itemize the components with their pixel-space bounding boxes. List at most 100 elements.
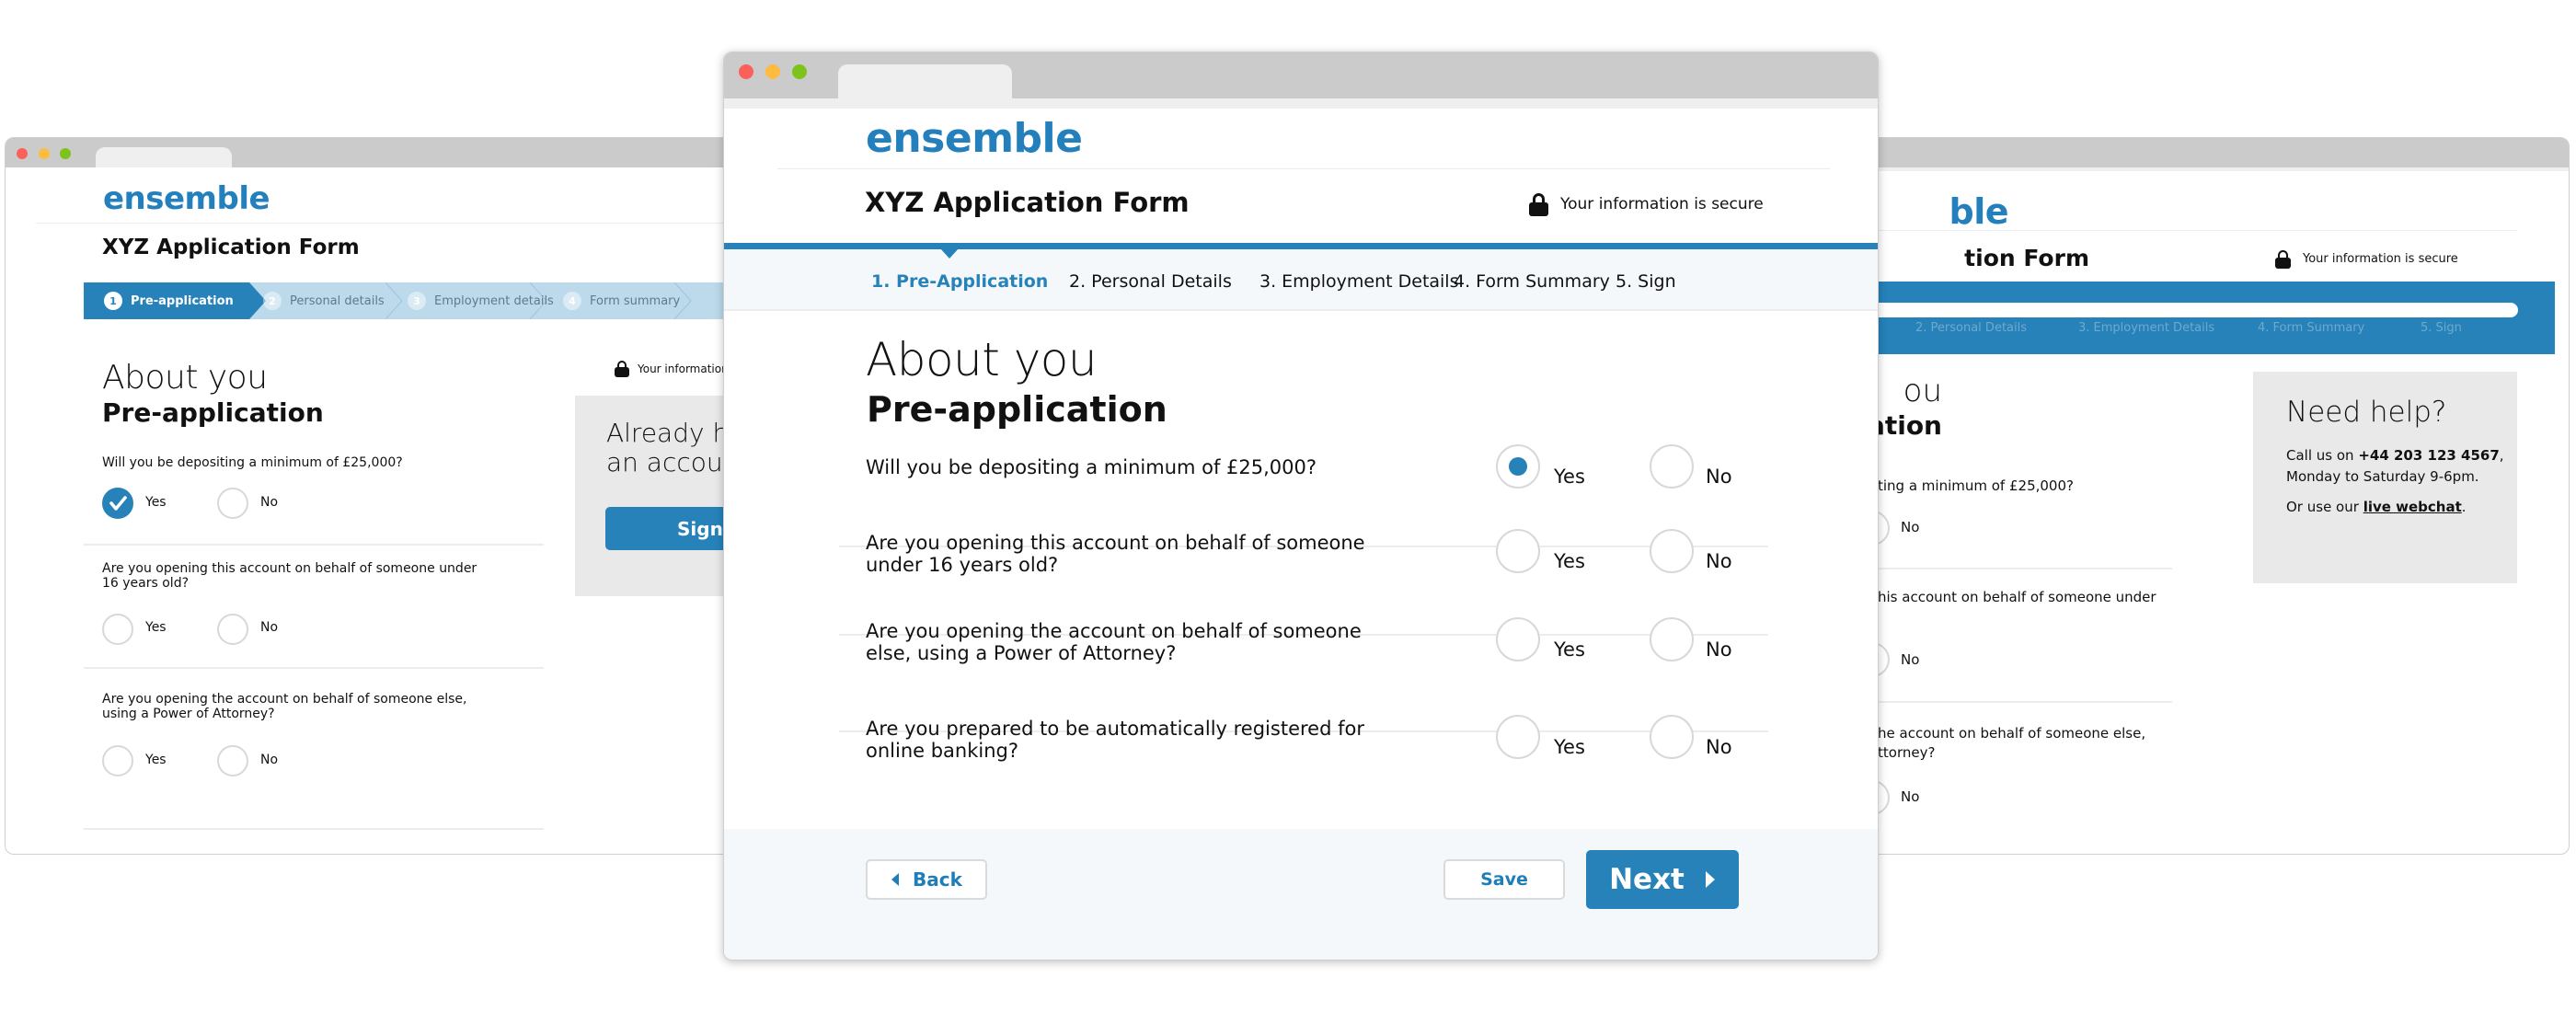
yes-label: Yes	[1554, 550, 1585, 572]
form-title: XYZ Application Form	[865, 187, 1190, 218]
q3-yes-radio[interactable]	[102, 745, 133, 776]
header-divider	[36, 223, 735, 224]
next-button[interactable]: Next	[1586, 850, 1739, 909]
left-step-4[interactable]: 4 Form summary	[563, 282, 680, 319]
no-label: No	[1706, 736, 1732, 758]
progress-track	[1832, 303, 2518, 317]
q2-yes-radio[interactable]	[1496, 529, 1540, 573]
q1-yes-radio[interactable]	[1496, 444, 1540, 489]
save-button[interactable]: Save	[1443, 859, 1565, 900]
right-step-2[interactable]: 2. Personal Details	[1915, 321, 2027, 335]
question-text: he account on behalf of someone else, tto…	[1878, 725, 2146, 761]
form-title: tion Form	[1964, 245, 2089, 271]
minimize-window-icon[interactable]	[765, 64, 780, 79]
lock-icon	[615, 361, 629, 377]
close-window-icon[interactable]	[739, 64, 753, 79]
q3-no-radio[interactable]	[1650, 617, 1694, 661]
yes-label: Yes	[145, 753, 167, 767]
yes-label: Yes	[1554, 466, 1585, 488]
section-subheading: Pre-application	[102, 397, 324, 428]
step-form-summary[interactable]: 4. Form Summary	[1454, 271, 1610, 292]
step-label: Pre-application	[131, 293, 234, 308]
question-text: ting a minimum of £25,000?	[1878, 477, 2074, 494]
question-divider	[84, 828, 544, 830]
lock-icon	[1529, 193, 1548, 216]
minimize-window-icon[interactable]	[39, 148, 50, 159]
q2-no-radio[interactable]	[1650, 529, 1694, 573]
q2-no-radio[interactable]	[217, 614, 248, 645]
help-heading: Need help?	[2286, 396, 2447, 429]
left-step-1[interactable]: 1 Pre-application	[104, 282, 234, 319]
q1-no-radio[interactable]	[1650, 444, 1694, 489]
browser-tab[interactable]	[96, 147, 232, 167]
tab-strip	[1832, 167, 2569, 171]
secure-notice: Your information is secure	[2303, 252, 2458, 266]
header-divider	[777, 168, 1830, 169]
q4-yes-radio[interactable]	[1496, 715, 1540, 759]
caret-right-icon	[1705, 871, 1715, 888]
question-text: Will you be depositing a minimum of £25,…	[866, 456, 1317, 478]
question-text: Will you be depositing a minimum of £25,…	[102, 455, 403, 470]
left-step-2[interactable]: 2 Personal details	[263, 282, 385, 319]
question-text: his account on behalf of someone under	[1878, 589, 2156, 605]
live-webchat-link[interactable]: live webchat	[2363, 499, 2462, 515]
step-number: 3	[408, 292, 426, 310]
yes-label: Yes	[1554, 638, 1585, 661]
section-heading: About you	[866, 333, 1098, 386]
no-label: No	[1706, 466, 1732, 488]
question-text: Are you opening the account on behalf of…	[102, 692, 467, 721]
close-window-icon[interactable]	[17, 148, 28, 159]
question-text: Are you opening the account on behalf of…	[866, 620, 1362, 664]
q1-yes-radio[interactable]	[102, 488, 133, 519]
q3-no-radio[interactable]	[217, 745, 248, 776]
step-sign[interactable]: 5. Sign	[1616, 271, 1676, 292]
yes-label: Yes	[145, 620, 167, 635]
maximize-window-icon[interactable]	[60, 148, 71, 159]
sign-in-button[interactable]: Sign in	[605, 507, 740, 550]
signin-heading: Already h an accoun	[606, 418, 740, 478]
back-button[interactable]: Back	[866, 859, 987, 900]
yes-label: Yes	[145, 495, 167, 510]
stepper-bar	[724, 243, 1878, 249]
no-label: No	[1901, 519, 1920, 535]
step-pre-application[interactable]: 1. Pre-Application	[871, 271, 1048, 292]
form-title: XYZ Application Form	[102, 236, 360, 259]
section-heading: ou	[1903, 373, 1942, 409]
no-label: No	[260, 495, 279, 510]
no-label: No	[1901, 651, 1920, 668]
section-subheading: Pre-application	[867, 389, 1167, 430]
step-label: Personal details	[290, 293, 385, 308]
right-step-3[interactable]: 3. Employment Details	[2078, 321, 2214, 335]
browser-tab[interactable]	[838, 64, 1012, 98]
question-divider	[84, 544, 544, 546]
no-label: No	[1706, 638, 1732, 661]
right-step-4[interactable]: 4. Form Summary	[2258, 321, 2364, 335]
tab-strip	[724, 98, 1878, 109]
help-webchat-text: Or use our live webchat.	[2286, 499, 2467, 515]
step-number: 2	[263, 292, 282, 310]
active-step-pointer-icon	[940, 248, 959, 259]
left-step-3[interactable]: 3 Employment details	[408, 282, 554, 319]
q4-no-radio[interactable]	[1650, 715, 1694, 759]
ensemble-logo[interactable]: ensemble	[103, 180, 270, 217]
question-text: Are you opening this account on behalf o…	[866, 532, 1365, 576]
section-heading: About you	[102, 359, 268, 397]
question-divider	[84, 667, 544, 669]
no-label: No	[1706, 550, 1732, 572]
browser-titlebar	[1832, 138, 2569, 167]
step-personal-details[interactable]: 2. Personal Details	[1069, 271, 1232, 292]
center-browser-window: ensemble XYZ Application Form Your infor…	[723, 52, 1879, 960]
left-browser-window: ensemble XYZ Application Form 1 Pre-appl…	[5, 137, 741, 855]
right-step-5[interactable]: 5. Sign	[2421, 321, 2462, 335]
radio-selected-dot	[1509, 457, 1527, 476]
help-phone[interactable]: +44 203 123 4567	[2358, 447, 2499, 464]
maximize-window-icon[interactable]	[792, 64, 807, 79]
caret-left-icon	[891, 873, 900, 886]
q1-no-radio[interactable]	[217, 488, 248, 519]
step-number: 1	[104, 292, 122, 310]
ensemble-logo[interactable]: ensemble	[866, 115, 1083, 162]
q2-yes-radio[interactable]	[102, 614, 133, 645]
q3-yes-radio[interactable]	[1496, 617, 1540, 661]
step-employment-details[interactable]: 3. Employment Details	[1259, 271, 1459, 292]
question-divider	[1832, 568, 2172, 569]
